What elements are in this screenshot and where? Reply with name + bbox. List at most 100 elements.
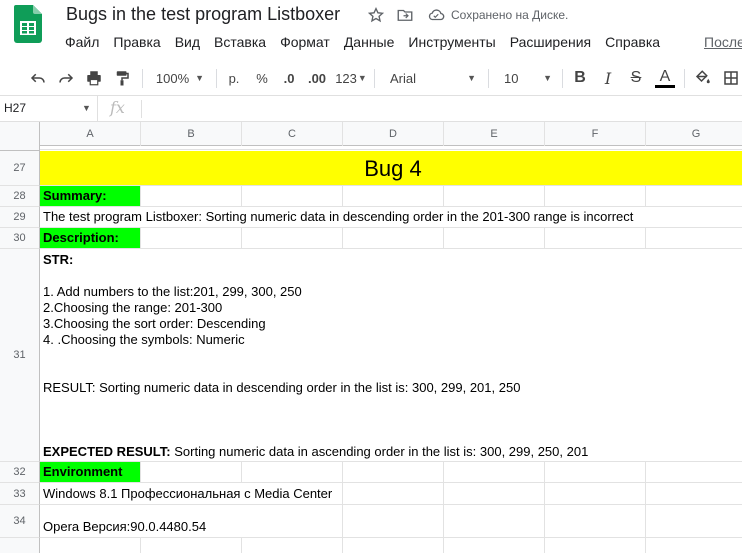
row-header-34[interactable]: 34 <box>0 505 40 538</box>
cell-e32[interactable] <box>444 462 545 483</box>
sheet-grid[interactable]: A B C D E F G 27 Bug 4 28 Summary: 29 Th… <box>0 122 742 553</box>
browser-info: Opera Версия:90.0.4480.54 <box>43 519 207 534</box>
percent-format-button[interactable]: % <box>252 66 272 90</box>
row-header-32[interactable]: 32 <box>0 462 40 483</box>
row-header-33[interactable]: 33 <box>0 483 40 505</box>
toolbar-divider <box>216 69 217 88</box>
menu-insert[interactable]: Вставка <box>207 31 273 53</box>
last-edit-link[interactable]: После <box>704 34 742 50</box>
more-formats-select[interactable]: 123 ▼ <box>334 66 368 90</box>
menu-file[interactable]: Файл <box>58 31 106 53</box>
cell-d35[interactable] <box>343 538 444 553</box>
cell-f30[interactable] <box>545 228 646 249</box>
cell-d32[interactable] <box>343 462 444 483</box>
italic-button[interactable]: I <box>598 66 618 90</box>
fill-color-icon[interactable] <box>692 66 714 90</box>
sheets-logo-icon[interactable] <box>14 5 42 43</box>
step-2: 2.Choosing the range: 201-300 <box>43 300 223 315</box>
column-header-f[interactable]: F <box>545 122 646 146</box>
cell-e28[interactable] <box>444 186 545 207</box>
row-header-35[interactable] <box>0 538 40 553</box>
cell-d30[interactable] <box>343 228 444 249</box>
column-header-a[interactable]: A <box>40 122 141 146</box>
row-header-30[interactable]: 30 <box>0 228 40 249</box>
text-color-button[interactable]: A <box>654 66 676 90</box>
column-header-e[interactable]: E <box>444 122 545 146</box>
bold-button[interactable]: B <box>570 66 590 90</box>
redo-icon[interactable] <box>56 66 76 90</box>
decrease-decimals-button[interactable]: .0 <box>278 66 300 90</box>
select-all-corner[interactable] <box>0 122 40 146</box>
cell-e33[interactable] <box>444 483 545 505</box>
cell-e35[interactable] <box>444 538 545 553</box>
column-header-g[interactable]: G <box>646 122 742 146</box>
cell-f32[interactable] <box>545 462 646 483</box>
cell-a30[interactable]: Description: <box>40 228 141 249</box>
borders-icon[interactable] <box>720 66 742 90</box>
row-header-28[interactable]: 28 <box>0 186 40 207</box>
row-header-27[interactable]: 27 <box>0 151 40 186</box>
cell-g35[interactable] <box>646 538 742 553</box>
menu-data[interactable]: Данные <box>337 31 402 53</box>
cell-c28[interactable] <box>242 186 343 207</box>
column-header-b[interactable]: B <box>141 122 242 146</box>
font-size-select[interactable]: 10 ▼ <box>496 66 556 90</box>
zoom-select[interactable]: 100% ▼ <box>150 66 210 90</box>
toolbar-divider <box>562 69 563 88</box>
cell-g28[interactable] <box>646 186 742 207</box>
cell-g33[interactable] <box>646 483 742 505</box>
toolbar: 100% ▼ р. % .0 .00 123 ▼ Arial ▼ 10 ▼ B I S … <box>0 60 742 96</box>
increase-decimals-button[interactable]: .00 <box>304 66 330 90</box>
cell-b32[interactable] <box>141 462 242 483</box>
cell-g32[interactable] <box>646 462 742 483</box>
cell-a32[interactable]: Environment <box>40 462 141 483</box>
cell-f28[interactable] <box>545 186 646 207</box>
move-to-folder-icon[interactable] <box>396 6 414 24</box>
cell-g34[interactable] <box>646 505 742 538</box>
cell-e34[interactable] <box>444 505 545 538</box>
chevron-down-icon: ▼ <box>467 73 476 83</box>
menu-tools[interactable]: Инструменты <box>401 31 502 53</box>
chevron-down-icon[interactable]: ▼ <box>82 103 91 113</box>
menu-format[interactable]: Формат <box>273 31 337 53</box>
environment-label: Environment <box>43 464 123 479</box>
cell-a28[interactable]: Summary: <box>40 186 141 207</box>
cell-b30[interactable] <box>141 228 242 249</box>
currency-format-button[interactable]: р. <box>224 66 244 90</box>
print-icon[interactable] <box>84 66 104 90</box>
cell-b35[interactable] <box>141 538 242 553</box>
cell-a34[interactable]: Opera Версия:90.0.4480.54 <box>40 505 343 538</box>
strikethrough-button[interactable]: S <box>626 66 646 90</box>
cell-d34[interactable] <box>343 505 444 538</box>
menu-edit[interactable]: Правка <box>106 31 167 53</box>
row-header-31[interactable]: 31 <box>0 249 40 462</box>
cell-c30[interactable] <box>242 228 343 249</box>
row-header-29[interactable]: 29 <box>0 207 40 228</box>
cell-d28[interactable] <box>343 186 444 207</box>
cell-f34[interactable] <box>545 505 646 538</box>
number-format-label: 123 <box>335 70 357 86</box>
cell-d33[interactable] <box>343 483 444 505</box>
paint-format-icon[interactable] <box>112 66 132 90</box>
cell-f35[interactable] <box>545 538 646 553</box>
menu-extensions[interactable]: Расширения <box>503 31 598 53</box>
cell-c32[interactable] <box>242 462 343 483</box>
cell-e30[interactable] <box>444 228 545 249</box>
menu-help[interactable]: Справка <box>598 31 667 53</box>
undo-icon[interactable] <box>28 66 48 90</box>
cell-b28[interactable] <box>141 186 242 207</box>
app-header: Bugs in the test program Listboxer Сохра… <box>0 0 742 60</box>
cell-c35[interactable] <box>242 538 343 553</box>
font-family-select[interactable]: Arial ▼ <box>382 66 482 90</box>
cell-a35[interactable] <box>40 538 141 553</box>
column-header-d[interactable]: D <box>343 122 444 146</box>
cell-f33[interactable] <box>545 483 646 505</box>
cell-g30[interactable] <box>646 228 742 249</box>
menu-view[interactable]: Вид <box>168 31 207 53</box>
column-header-c[interactable]: C <box>242 122 343 146</box>
cell-a31[interactable]: STR: 1. Add numbers to the list:201, 299… <box>40 249 742 462</box>
star-icon[interactable] <box>367 6 385 24</box>
cell-a33[interactable]: Windows 8.1 Профессиональная с Media Cen… <box>40 483 343 505</box>
cell-a29[interactable]: The test program Listboxer: Sorting nume… <box>40 207 742 228</box>
document-title[interactable]: Bugs in the test program Listboxer <box>66 4 340 25</box>
